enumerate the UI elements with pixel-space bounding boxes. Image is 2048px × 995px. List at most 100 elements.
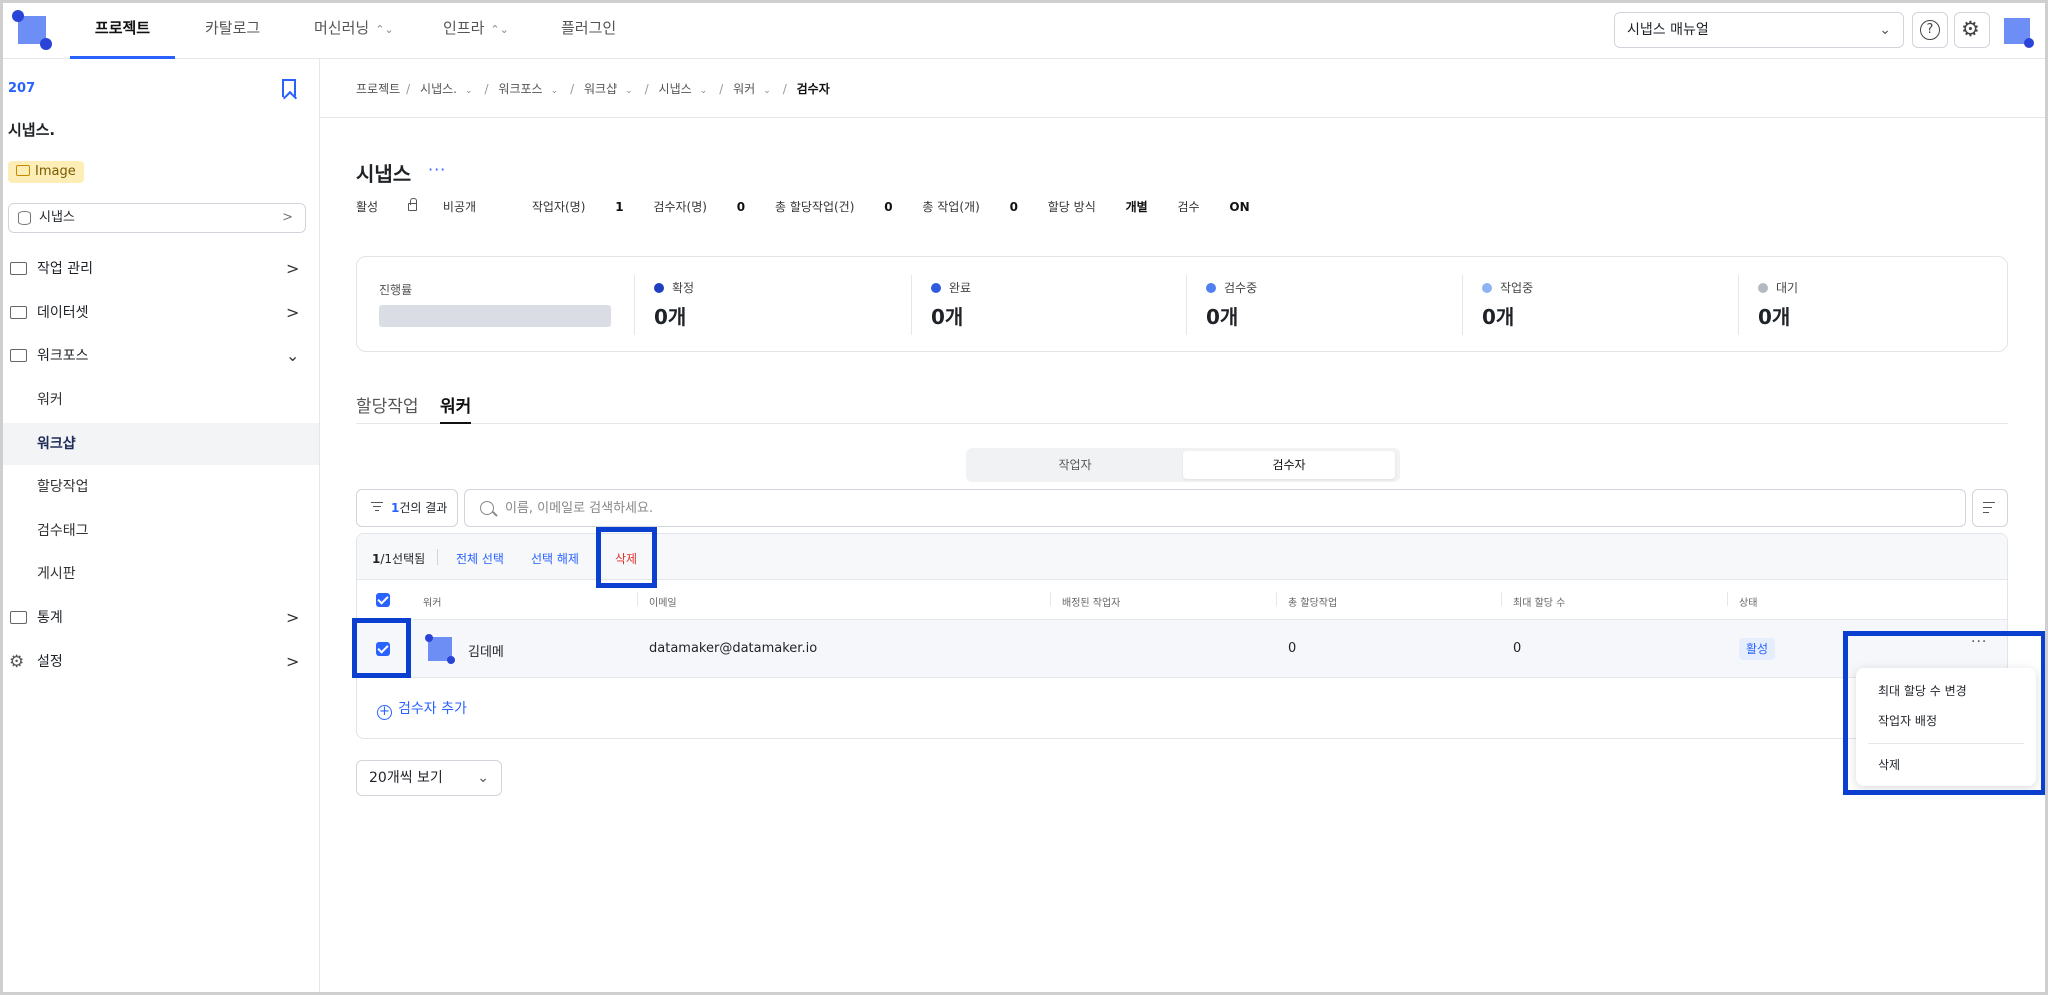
breadcrumb-item[interactable]: 시냅스. ⌄ <box>420 82 478 96</box>
column-header[interactable]: 총 할당작업 <box>1276 592 1337 609</box>
segment-worker[interactable]: 작업자 <box>969 451 1181 479</box>
row-context-menu: 최대 할당 수 변경 작업자 배정 삭제 <box>1856 668 2036 786</box>
column-header[interactable]: 이메일 <box>637 592 677 609</box>
sidebar-item-statistics[interactable]: 통계 > <box>0 597 319 639</box>
column-header[interactable]: 워커 <box>423 594 441 609</box>
chevron-down-icon: ⌄ <box>699 86 708 96</box>
sidebar-item-dataset[interactable]: 데이터셋 > <box>0 292 319 334</box>
folder-icon <box>10 306 27 319</box>
manual-select[interactable]: 시냅스 매뉴얼 ⌄ <box>1614 12 1904 48</box>
delete-selected-button[interactable]: 삭제 <box>615 550 637 567</box>
sort-button[interactable] <box>1972 489 2008 527</box>
chevron-right-icon: > <box>286 303 300 322</box>
nav-tab-catalog[interactable]: 카탈로그 <box>205 0 260 59</box>
progress-bar <box>379 305 611 327</box>
nav-tab-project[interactable]: 프로젝트 <box>70 0 175 59</box>
app-logo[interactable] <box>12 10 52 50</box>
lock-icon <box>407 198 417 211</box>
selection-count: 1/1선택됨 <box>372 552 426 566</box>
avatar <box>425 634 455 664</box>
more-options-icon[interactable]: ··· <box>428 160 446 179</box>
search-box <box>464 489 1966 527</box>
role-segment-control: 작업자 검수자 <box>966 448 1400 482</box>
project-id: 207 <box>8 81 36 96</box>
max-assign: 0 <box>1513 641 1522 656</box>
menu-item-assign-worker[interactable]: 작업자 배정 <box>1878 712 1937 729</box>
tab-assigned-tasks[interactable]: 할당작업 <box>356 392 419 424</box>
chevron-down-icon: ⌄ <box>625 86 633 96</box>
folder-icon <box>10 349 27 362</box>
row-more-icon[interactable]: ··· <box>1971 634 1987 650</box>
sidebar-item-settings[interactable]: ⚙ 설정 > <box>0 641 319 683</box>
folder-icon <box>10 611 27 624</box>
select-all-checkbox[interactable] <box>376 593 390 607</box>
chevron-right-icon: > <box>286 259 300 278</box>
status-badge: 활성 <box>1739 638 1776 660</box>
menu-item-delete[interactable]: 삭제 <box>1878 756 1900 773</box>
chevron-right-icon: > <box>286 608 300 627</box>
content-tabs: 할당작업 워커 <box>356 392 2008 424</box>
status-dot-icon <box>931 283 941 293</box>
sidebar-item-task-management[interactable]: 작업 관리 > <box>0 248 319 290</box>
page-title: 시냅스 <box>356 162 412 186</box>
sidebar-item-board[interactable]: 게시판 <box>0 553 319 595</box>
column-header[interactable]: 배정된 작업자 <box>1050 592 1120 609</box>
sidebar-item-workshop[interactable]: 워크샵 <box>0 423 319 465</box>
filter-icon <box>371 502 383 512</box>
worker-email: datamaker@datamaker.io <box>649 641 818 656</box>
status-dot-icon <box>1206 283 1216 293</box>
status-dot-icon <box>1758 283 1768 293</box>
chevron-right-icon: > <box>286 652 300 671</box>
sidebar-item-worker[interactable]: 워커 <box>0 379 319 421</box>
table-row[interactable]: 김데메 datamaker@datamaker.io 0 0 활성 ··· <box>357 620 2007 678</box>
breadcrumb-item[interactable]: 워크샵 ⌄ <box>584 82 639 96</box>
page-size-select[interactable]: 20개씩 보기 ⌄ <box>356 760 502 796</box>
progress-card: 진행률 확정 0개 완료 0개 검수중 0개 작업중 0개 대기 0개 <box>356 256 2008 352</box>
sidebar-item-review-tags[interactable]: 검수태그 <box>0 510 319 552</box>
breadcrumb-item[interactable]: 시냅스 ⌄ <box>659 82 714 96</box>
status-dot-icon <box>654 283 664 293</box>
user-avatar[interactable] <box>2000 14 2034 48</box>
nav-tab-machine-learning[interactable]: 머신러닝 ⌃⌄ <box>314 0 394 59</box>
folder-icon <box>10 262 27 275</box>
image-type-badge: Image <box>8 161 84 183</box>
row-checkbox[interactable] <box>376 642 390 656</box>
sort-icon <box>1983 502 1995 514</box>
breadcrumb-current: 검수자 <box>796 82 830 96</box>
deselect-button[interactable]: 선택 해제 <box>531 550 579 567</box>
menu-item-change-max-assign[interactable]: 최대 할당 수 변경 <box>1878 682 1967 699</box>
breadcrumb-item[interactable]: 워커 ⌄ <box>733 82 777 96</box>
nav-tab-infra[interactable]: 인프라 ⌃⌄ <box>443 0 509 59</box>
search-input[interactable] <box>505 490 1945 526</box>
filter-button[interactable]: 1건의 결과 <box>356 489 458 527</box>
total-assigned: 0 <box>1288 641 1297 656</box>
bookmark-icon[interactable] <box>282 79 296 97</box>
search-icon <box>480 501 494 515</box>
chevron-down-icon: ⌄ <box>464 86 473 96</box>
dataset-select[interactable]: 시냅스 > <box>8 203 306 233</box>
chevron-down-icon: ⌄ <box>763 86 771 96</box>
updown-chevron-icon: ⌃⌄ <box>375 23 394 36</box>
breadcrumb-item[interactable]: 프로젝트 <box>356 82 400 96</box>
sidebar-item-workforce[interactable]: 워크포스 ⌄ <box>0 335 319 377</box>
segment-reviewer[interactable]: 검수자 <box>1183 451 1395 479</box>
select-all-button[interactable]: 전체 선택 <box>456 550 504 567</box>
chevron-down-icon: ⌄ <box>550 86 559 96</box>
divider <box>320 117 2048 118</box>
column-header[interactable]: 상태 <box>1727 592 1757 609</box>
sidebar-item-assigned-tasks[interactable]: 할당작업 <box>0 466 319 508</box>
chevron-down-icon: ⌄ <box>286 346 300 365</box>
sidebar: 207 시냅스. Image 시냅스 > 작업 관리 > 데이터셋 > 워크포스… <box>0 59 320 995</box>
add-reviewer-button[interactable]: + 검수자 추가 <box>377 698 467 720</box>
nav-tab-plugin[interactable]: 플러그인 <box>561 0 616 59</box>
help-icon: ? <box>1920 20 1940 40</box>
breadcrumb-item[interactable]: 워크포스 ⌄ <box>498 82 564 96</box>
tab-workers[interactable]: 워커 <box>440 392 472 424</box>
settings-button[interactable]: ⚙ <box>1954 12 1990 48</box>
help-button[interactable]: ? <box>1912 12 1948 48</box>
chevron-down-icon: ⌄ <box>477 770 489 786</box>
column-header[interactable]: 최대 할당 수 <box>1501 592 1565 609</box>
table-header: 워커 이메일 배정된 작업자 총 할당작업 최대 할당 수 상태 <box>357 580 2007 620</box>
progress-label: 진행률 <box>379 283 413 297</box>
updown-chevron-icon: ⌃⌄ <box>490 23 509 36</box>
